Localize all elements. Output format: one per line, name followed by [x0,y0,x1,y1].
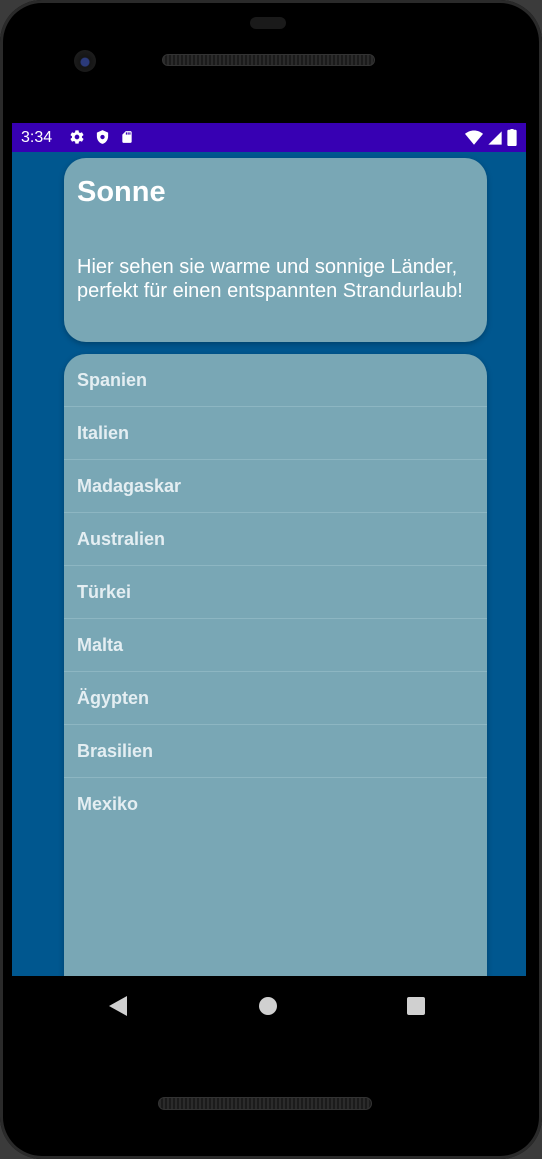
list-item-italien[interactable]: Italien [64,407,487,460]
app-screen: 3:34 Sonne Hier sehen sie warme und sonn… [12,123,526,976]
settings-gear-icon [69,129,85,145]
bottom-speaker [158,1097,372,1110]
header-card: Sonne Hier sehen sie warme und sonnige L… [64,158,487,342]
navigation-bar [12,976,526,1036]
phone-device: 3:34 Sonne Hier sehen sie warme und sonn… [0,0,542,1159]
device-top-slot [250,17,286,29]
list-item-brasilien[interactable]: Brasilien [64,725,487,778]
status-icons-right [465,129,517,146]
list-item-tuerkei[interactable]: Türkei [64,566,487,619]
list-item-spanien[interactable]: Spanien [64,354,487,407]
status-bar: 3:34 [12,123,526,152]
cell-signal-icon [487,130,503,146]
recents-icon[interactable] [407,997,425,1015]
wifi-icon [465,130,483,146]
front-camera [74,50,96,72]
shield-icon [95,129,110,145]
list-item-malta[interactable]: Malta [64,619,487,672]
list-item-mexiko[interactable]: Mexiko [64,778,487,831]
home-icon[interactable] [259,997,277,1015]
sd-card-icon [120,129,134,145]
page-description: Hier sehen sie warme und sonnige Länder,… [77,256,463,302]
earpiece-speaker [162,54,375,66]
page-title: Sonne [77,176,166,208]
status-icons-left [69,129,134,145]
country-list: Spanien Italien Madagaskar Australien Tü… [64,354,487,831]
status-time: 3:34 [21,129,53,146]
back-icon[interactable] [109,996,127,1021]
list-item-australien[interactable]: Australien [64,513,487,566]
list-item-aegypten[interactable]: Ägypten [64,672,487,725]
battery-icon [507,129,517,146]
country-list-card: Spanien Italien Madagaskar Australien Tü… [64,354,487,976]
list-item-madagaskar[interactable]: Madagaskar [64,460,487,513]
